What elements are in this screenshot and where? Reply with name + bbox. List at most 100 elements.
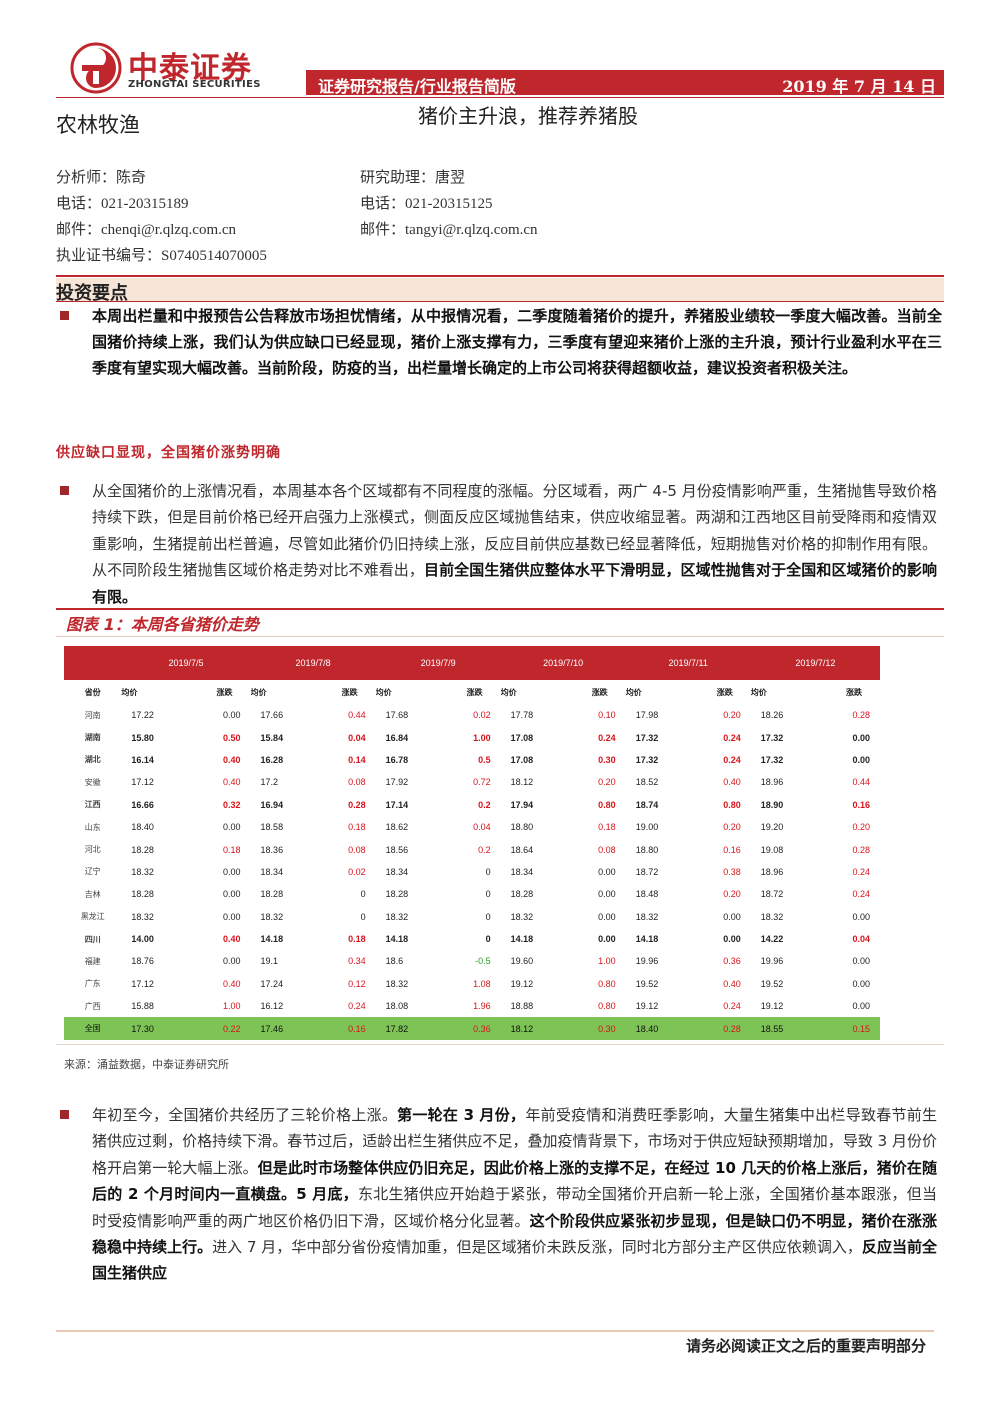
- price-cell: 17.24: [260, 978, 284, 989]
- p2-text: 年初至今，全国猪价共经历了三轮价格上涨。: [92, 1106, 398, 1124]
- table-date-header: 2019/7/9: [375, 646, 501, 680]
- price-cell: 17.94: [510, 799, 534, 810]
- price-cell: 17.78: [510, 710, 534, 721]
- price-cell: 18.32: [760, 911, 784, 922]
- report-title: 猪价主升浪，推荐养猪股: [418, 104, 638, 128]
- price-cell: 17.12: [131, 978, 154, 989]
- assistant-name: 研究助理：唐翌: [360, 170, 466, 186]
- price-cell: 18.96: [760, 866, 784, 877]
- change-cell: 0.20: [598, 777, 616, 788]
- change-cell: 0.00: [852, 754, 870, 765]
- price-cell: 18.72: [635, 866, 659, 877]
- change-cell: 0.24: [723, 1001, 741, 1012]
- analyst-email[interactable]: 邮件：chenqi@r.qlzq.com.cn: [56, 218, 236, 239]
- change-cell: 0.36: [723, 956, 741, 967]
- change-cell: 0.00: [723, 911, 741, 922]
- price-cell: 17.32: [760, 754, 784, 765]
- change-cell: 0.16: [723, 844, 741, 855]
- price-cell: 19.12: [510, 978, 534, 989]
- price-cell: 17.30: [121, 1017, 190, 1040]
- price-cell: 18.34: [510, 866, 534, 877]
- price-cell: 15.88: [131, 1001, 154, 1012]
- price-cell: 18.28: [510, 889, 534, 900]
- price-cell: 16.14: [131, 754, 154, 765]
- province-cell: 广东: [84, 979, 101, 989]
- change-cell: 0.15: [818, 1017, 880, 1040]
- change-cell: 0.00: [223, 911, 241, 922]
- change-cell: 0.22: [189, 1017, 251, 1040]
- price-cell: 18.28: [131, 889, 154, 900]
- table-header-corner: [64, 646, 122, 680]
- table-body: 河南 17.22 0.00 17.66 0.44 17.68 0.02 17.78 0.10 17…: [64, 704, 880, 1040]
- change-cell: 0.18: [348, 822, 366, 833]
- change-cell: 0.12: [348, 978, 366, 989]
- figure-title: 图表 1：本周各省猪价走势: [66, 615, 259, 634]
- col-header-price: 均价: [625, 687, 642, 697]
- change-cell: 0.40: [723, 777, 741, 788]
- col-header-price: 均价: [500, 687, 517, 697]
- change-cell: 0.32: [223, 799, 241, 810]
- change-cell: 0.2: [478, 799, 491, 810]
- change-cell: 0.14: [348, 754, 366, 765]
- table-row: 湖南 15.80 0.50 15.84 0.04 16.84 1.00 17.08 0.24 17…: [64, 726, 880, 748]
- price-cell: 18.96: [760, 777, 784, 788]
- change-cell: 0.18: [223, 844, 241, 855]
- col-header-price: 均价: [121, 687, 138, 697]
- price-cell: 18.28: [385, 889, 409, 900]
- price-cell: 18.28: [131, 844, 154, 855]
- change-cell: 0.2: [478, 844, 491, 855]
- price-cell: 18.32: [385, 911, 409, 922]
- price-cell: 18.32: [510, 911, 534, 922]
- change-cell: 0: [485, 866, 491, 877]
- price-cell: 14.00: [131, 934, 154, 945]
- assistant-email[interactable]: 邮件：tangyi@r.qlzq.com.cn: [360, 218, 538, 239]
- change-cell: 0.04: [473, 822, 491, 833]
- province-cell: 山东: [84, 822, 101, 832]
- footer-rule: [56, 1330, 934, 1332]
- col-header-change: 涨跌: [591, 687, 608, 697]
- province-cell: 湖北: [84, 755, 101, 765]
- price-cell: 17.32: [635, 732, 659, 743]
- change-cell: 0.08: [598, 844, 616, 855]
- change-cell: 1.00: [598, 956, 616, 967]
- price-cell: 18.90: [760, 799, 784, 810]
- change-cell: 0.00: [852, 978, 870, 989]
- change-cell: 0.28: [852, 710, 870, 721]
- col-header-change: 涨跌: [716, 687, 733, 697]
- change-cell: 0.20: [852, 822, 870, 833]
- province-cell: 河南: [84, 710, 101, 720]
- price-cell: 19.08: [760, 844, 784, 855]
- table-date-header: 2019/7/12: [750, 646, 880, 680]
- table-total-row: 全国 17.30 0.22 17.46 0.16 17.82 0.36 18.12 0.30 18…: [64, 1017, 880, 1040]
- change-cell: 0.50: [223, 732, 241, 743]
- change-cell: 0.00: [852, 956, 870, 967]
- change-cell: 0.00: [598, 889, 616, 900]
- price-cell: 18.32: [635, 911, 659, 922]
- change-cell: 0.80: [598, 1001, 616, 1012]
- figure-source: 来源：涌益数据，中泰证券研究所: [64, 1058, 229, 1071]
- price-cell: 15.84: [260, 732, 284, 743]
- price-cell: 18.32: [131, 911, 154, 922]
- change-cell: 0.20: [723, 710, 741, 721]
- change-cell: 0.40: [223, 777, 241, 788]
- change-cell: 0.36: [443, 1017, 501, 1040]
- price-cell: 18.32: [385, 978, 409, 989]
- change-cell: -0.5: [475, 956, 491, 967]
- table-date-header: 2019/7/11: [625, 646, 751, 680]
- change-cell: 0.44: [348, 710, 366, 721]
- price-cell: 18.34: [260, 866, 284, 877]
- change-cell: 0.80: [723, 799, 741, 810]
- figure-title-rule: [56, 636, 944, 637]
- price-cell: 17.82: [375, 1017, 444, 1040]
- change-cell: 0.16: [318, 1017, 376, 1040]
- change-cell: 0.44: [852, 777, 870, 788]
- change-cell: 0.28: [693, 1017, 751, 1040]
- province-cell: 黑龙江: [80, 912, 105, 922]
- table-row: 安徽 17.12 0.40 17.2 0.08 17.92 0.72 18.12 0.20 18.…: [64, 771, 880, 793]
- price-cell: 17.12: [131, 777, 154, 788]
- change-cell: 0.24: [723, 754, 741, 765]
- report-type: 证券研究报告/行业报告简版: [318, 77, 516, 96]
- price-cell: 16.28: [260, 754, 284, 765]
- price-cell: 18.48: [635, 889, 659, 900]
- price-cell: 19.20: [760, 822, 784, 833]
